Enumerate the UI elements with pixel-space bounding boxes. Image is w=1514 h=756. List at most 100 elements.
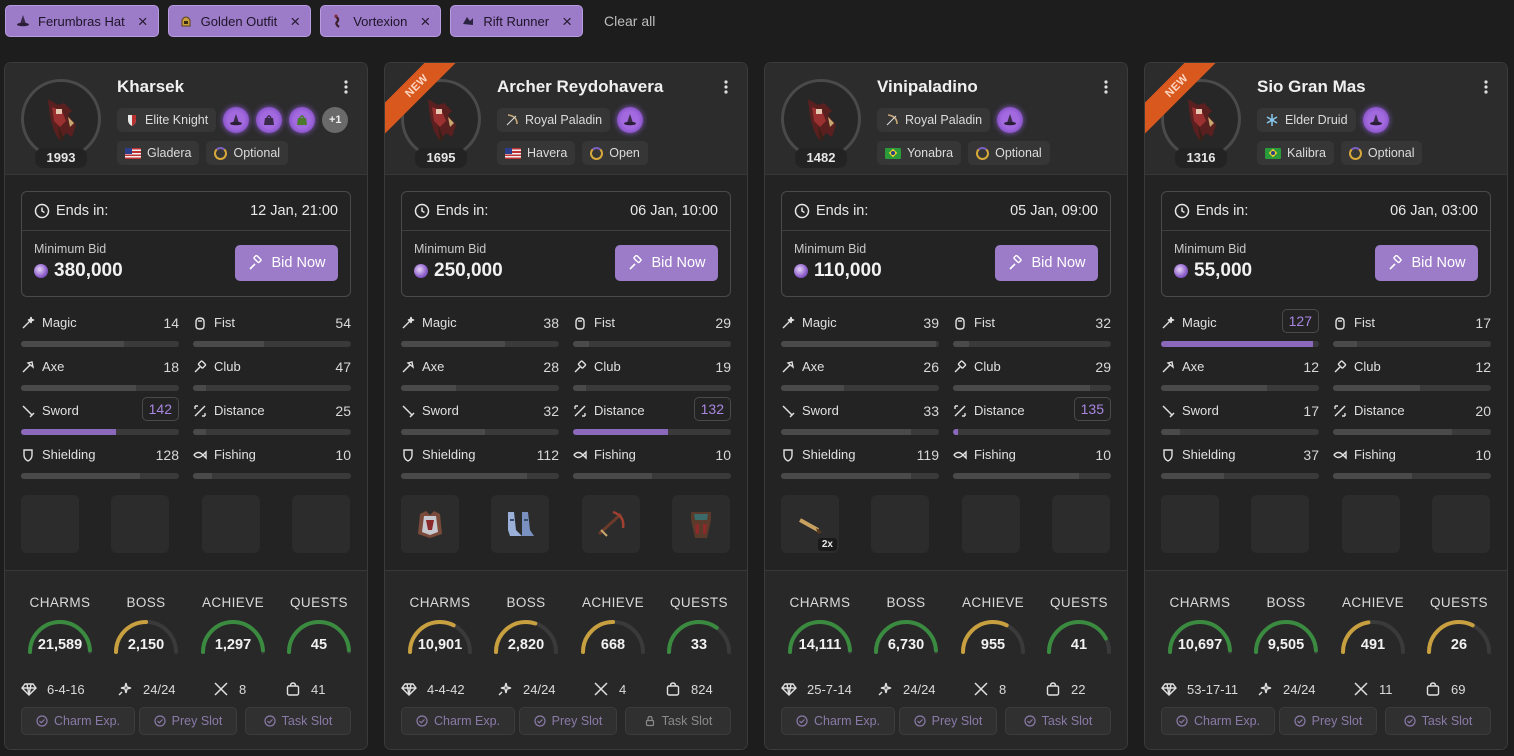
auction-box: Ends in: 12 Jan, 21:00 Minimum Bid 380,000 B…: [21, 191, 351, 297]
server-row: Gladera Optional: [117, 141, 289, 165]
skill-progress-fill: [21, 341, 124, 347]
filter-chip-golden-outfit[interactable]: Golden Outfit ×: [167, 5, 312, 37]
end-date: 06 Jan, 10:00: [630, 203, 718, 219]
empty-item-slot: [871, 495, 929, 553]
skill-name: Distance: [974, 403, 1025, 418]
skill-distance: Distance 135: [953, 397, 1111, 441]
diamond-icon: [781, 681, 797, 697]
remove-filter-icon[interactable]: ×: [290, 13, 300, 30]
us-flag-icon: [125, 147, 141, 159]
filter-chip-rift-runner[interactable]: Rift Runner ×: [450, 5, 584, 37]
empty-item-slot: [111, 495, 169, 553]
clear-all-button[interactable]: Clear all: [604, 13, 655, 29]
tibia-coin-icon: [34, 264, 48, 278]
skill-progress-bar: [21, 429, 179, 435]
vocation-tag: Royal Paladin: [877, 108, 991, 132]
prey-slot-badge[interactable]: Prey Slot: [899, 707, 997, 735]
mini-stat-prey: 24/24: [497, 681, 556, 697]
stats-area: CHARMS 21,589 BOSS 2,150 ACHIEVE 1,297 QUESTS 4…: [5, 570, 367, 749]
filter-chip-ferumbras-hat[interactable]: Ferumbras Hat ×: [5, 5, 159, 37]
fishing-icon: [193, 448, 207, 462]
item-slot[interactable]: [582, 495, 640, 553]
skill-axe: Axe 26: [781, 353, 939, 397]
vocation-row: Elder Druid: [1257, 107, 1389, 133]
prey-slot-badge[interactable]: Prey Slot: [139, 707, 237, 735]
bid-now-button[interactable]: Bid Now: [235, 245, 338, 281]
item-slot[interactable]: 2x: [781, 495, 839, 553]
charm-exp-badge[interactable]: Charm Exp.: [781, 707, 895, 735]
crossed-swords-icon: [973, 681, 989, 697]
charm-exp-badge[interactable]: Charm Exp.: [401, 707, 515, 735]
server-tag: Havera: [497, 141, 576, 165]
character-card: NEW 1695 Archer Reydohavera Royal Paladin Ha…: [384, 62, 748, 750]
task-slot-badge[interactable]: Task Slot: [1385, 707, 1491, 735]
skill-club: Club 29: [953, 353, 1111, 397]
skill-label: Magic: [1161, 315, 1217, 330]
skill-progress-fill: [573, 473, 652, 479]
pvp-label: Optional: [233, 146, 281, 160]
prey-slot-badge[interactable]: Prey Slot: [1279, 707, 1377, 735]
golden-helmet-icon: [178, 13, 194, 29]
gauge-value: 491: [1360, 637, 1386, 653]
gauge-quests: QUESTS 33: [662, 595, 736, 656]
skill-progress-fill: [1333, 429, 1452, 435]
gauge-boss: BOSS 6,730: [869, 595, 943, 656]
skill-label: Distance: [573, 403, 645, 418]
filter-chip-vortexion[interactable]: Vortexion ×: [320, 5, 442, 37]
perk-badges: Charm Exp. Prey Slot Task Slot: [1161, 707, 1491, 735]
green-bag-icon: [295, 113, 309, 127]
remove-filter-icon[interactable]: ×: [562, 13, 572, 30]
kebab-menu-icon[interactable]: [719, 79, 733, 99]
magic-icon: [21, 316, 35, 330]
kebab-menu-icon[interactable]: [1099, 79, 1113, 99]
item-slot[interactable]: [672, 495, 730, 553]
clock-icon: [34, 203, 50, 219]
vocation-row: Royal Paladin: [877, 107, 1024, 133]
outfit-orb: [256, 107, 283, 133]
mini-stat-value: 25-7-14: [807, 681, 852, 697]
vocation-label: Elder Druid: [1285, 113, 1348, 127]
kebab-menu-icon[interactable]: [1479, 79, 1493, 99]
character-level: 1316: [1175, 148, 1227, 168]
bid-now-button[interactable]: Bid Now: [995, 245, 1098, 281]
prey-slot-badge[interactable]: Prey Slot: [519, 707, 617, 735]
bid-now-label: Bid Now: [271, 255, 326, 271]
item-slot[interactable]: [491, 495, 549, 553]
skill-progress-fill: [953, 385, 1091, 391]
character-level: 1482: [795, 148, 847, 168]
charm-exp-badge[interactable]: Charm Exp.: [1161, 707, 1275, 735]
bid-now-button[interactable]: Bid Now: [1375, 245, 1478, 281]
skill-label: Fishing: [193, 447, 256, 462]
skill-magic: Magic 38: [401, 309, 559, 353]
mini-stat-hunting: 8: [213, 681, 246, 697]
charm-exp-badge[interactable]: Charm Exp.: [21, 707, 135, 735]
character-name[interactable]: Archer Reydohavera: [497, 77, 663, 97]
magic-icon: [401, 316, 415, 330]
mini-stat-value: 22: [1071, 681, 1086, 697]
perk-badges: Charm Exp. Prey Slot Task Slot: [21, 707, 351, 735]
pvp-ring-icon: [1348, 146, 1362, 160]
skill-progress-bar: [1333, 385, 1491, 391]
skill-label: Distance: [193, 403, 265, 418]
remove-filter-icon[interactable]: ×: [420, 13, 430, 30]
gauge-label: CHARMS: [1169, 595, 1231, 610]
task-slot-badge[interactable]: Task Slot: [1005, 707, 1111, 735]
task-slot-badge[interactable]: Task Slot: [245, 707, 351, 735]
skill-value: 10: [1475, 447, 1491, 463]
mini-stats: 6-4-16 24/24 8 41: [21, 673, 351, 703]
remove-filter-icon[interactable]: ×: [138, 13, 148, 30]
clock-icon: [794, 203, 810, 219]
character-name[interactable]: Kharsek: [117, 77, 184, 97]
character-name[interactable]: Sio Gran Mas: [1257, 77, 1366, 97]
perk-label: Task Slot: [281, 714, 333, 728]
check-circle-icon: [1176, 715, 1188, 727]
empty-item-slot: [1161, 495, 1219, 553]
item-slot[interactable]: [401, 495, 459, 553]
bid-now-button[interactable]: Bid Now: [615, 245, 718, 281]
task-slot-badge[interactable]: Task Slot: [625, 707, 731, 735]
character-name[interactable]: Vinipaladino: [877, 77, 978, 97]
minimum-bid-value: 55,000: [1174, 260, 1252, 282]
kebab-menu-icon[interactable]: [339, 79, 353, 99]
check-circle-icon: [914, 715, 926, 727]
more-orbs-badge[interactable]: +1: [322, 107, 349, 133]
